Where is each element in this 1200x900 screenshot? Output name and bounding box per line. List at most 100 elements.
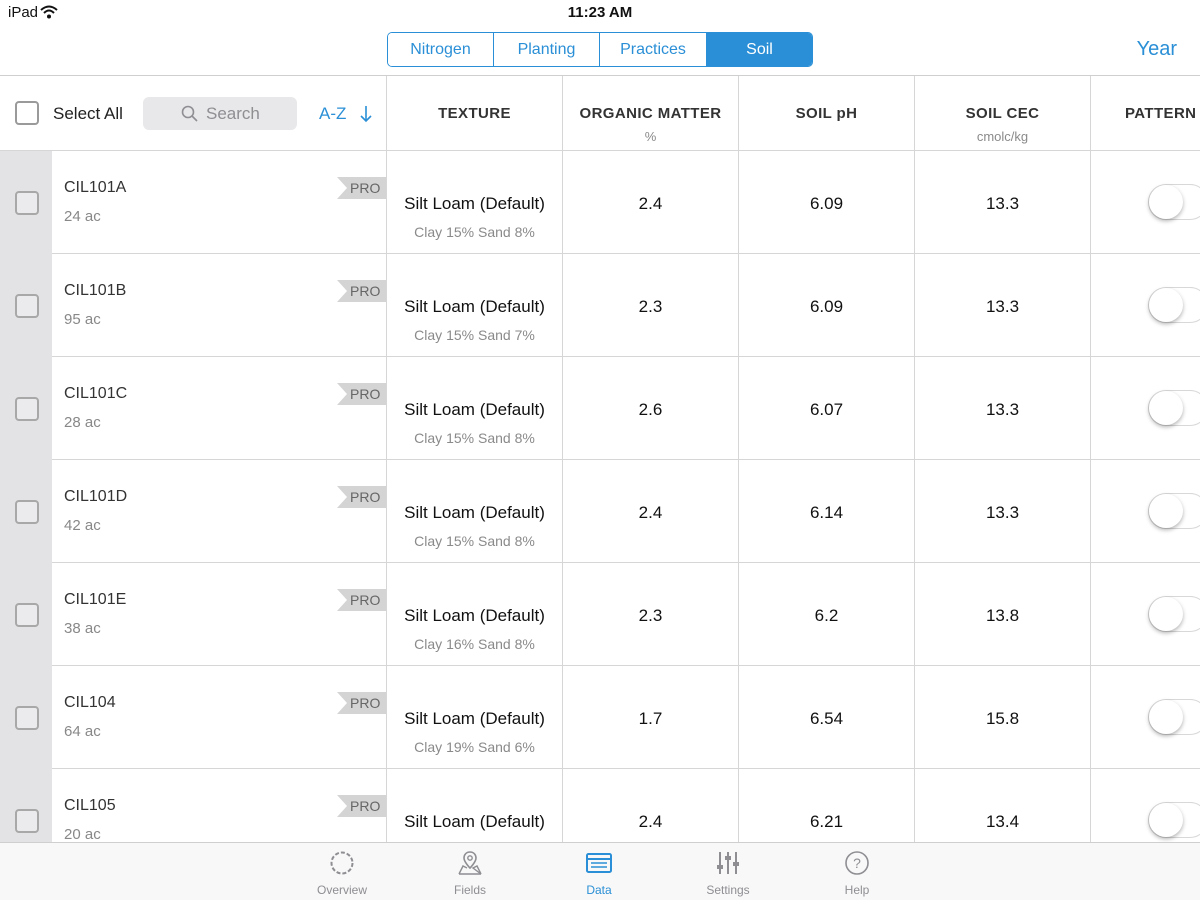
field-name: CIL101B — [64, 282, 127, 299]
pro-badge: PRO — [337, 692, 386, 714]
row-checkbox[interactable] — [15, 706, 39, 730]
texture-detail: Clay 15% Sand 7% — [414, 327, 535, 343]
pattern-tiled-toggle[interactable] — [1148, 802, 1200, 838]
soil-cec-cell[interactable]: 13.3 — [914, 357, 1090, 460]
field-acres: 42 ac — [64, 517, 101, 534]
data-icon — [586, 853, 612, 873]
soil-ph-value: 6.07 — [809, 400, 844, 419]
texture-cell[interactable]: Silt Loam (Default) Clay 15% Sand 8% — [386, 460, 562, 563]
tab-label: Settings — [706, 883, 750, 897]
soil-ph-cell[interactable]: 6.09 — [738, 151, 914, 254]
texture-cell[interactable]: Silt Loam (Default) Clay 15% Sand 7% — [386, 254, 562, 357]
tab-overview[interactable]: Overview — [297, 843, 387, 900]
row-checkbox[interactable] — [15, 809, 39, 833]
tab-data[interactable]: Data — [554, 843, 644, 900]
soil-ph-value: 6.09 — [809, 297, 844, 316]
pattern-tiled-toggle[interactable] — [1148, 390, 1200, 426]
texture-cell[interactable]: Silt Loam (Default) Clay 15% Sand 8% — [386, 357, 562, 460]
table-row[interactable]: CIL101B 95 ac PRO Silt Loam (Default) Cla… — [0, 254, 1200, 357]
column-header-texture: TEXTURE — [386, 76, 562, 151]
year-button[interactable]: Year — [1137, 38, 1177, 61]
soil-ph-value: 6.54 — [809, 709, 844, 728]
toggle-knob — [1149, 597, 1183, 631]
organic-matter-cell[interactable]: 2.4 — [562, 769, 738, 842]
soil-ph-cell[interactable]: 6.09 — [738, 254, 914, 357]
select-all-label[interactable]: Select All — [53, 104, 123, 124]
row-checkbox[interactable] — [15, 500, 39, 524]
table-row[interactable]: CIL105 20 ac PRO Silt Loam (Default) 2.4… — [0, 769, 1200, 842]
column-unit: % — [644, 129, 657, 144]
field-acres: 38 ac — [64, 620, 101, 637]
soil-cec-cell[interactable]: 13.3 — [914, 460, 1090, 563]
column-title: PATTERN T — [1125, 105, 1200, 122]
soil-cec-value: 13.4 — [985, 812, 1020, 831]
table-row[interactable]: CIL101C 28 ac PRO Silt Loam (Default) Cla… — [0, 357, 1200, 460]
search-input[interactable]: Search — [143, 97, 297, 130]
soil-cec-cell[interactable]: 13.3 — [914, 254, 1090, 357]
organic-matter-cell[interactable]: 2.4 — [562, 151, 738, 254]
row-checkbox[interactable] — [15, 191, 39, 215]
soil-cec-cell[interactable]: 15.8 — [914, 666, 1090, 769]
pro-badge: PRO — [337, 795, 386, 817]
segment-soil[interactable]: Soil — [707, 33, 812, 66]
column-header-organic-matter: ORGANIC MATTER % — [562, 76, 738, 151]
soil-ph-cell[interactable]: 6.14 — [738, 460, 914, 563]
column-title: TEXTURE — [438, 105, 511, 122]
organic-matter-value: 2.4 — [638, 194, 663, 213]
pattern-tiled-toggle[interactable] — [1148, 493, 1200, 529]
field-acres: 28 ac — [64, 414, 101, 431]
fields-icon — [458, 851, 482, 875]
table-row[interactable]: CIL104 64 ac PRO Silt Loam (Default) Clay… — [0, 666, 1200, 769]
texture-cell[interactable]: Silt Loam (Default) Clay 16% Sand 8% — [386, 563, 562, 666]
soil-cec-cell[interactable]: 13.8 — [914, 563, 1090, 666]
table-row[interactable]: CIL101E 38 ac PRO Silt Loam (Default) Cla… — [0, 563, 1200, 666]
organic-matter-cell[interactable]: 2.6 — [562, 357, 738, 460]
pattern-tiled-toggle[interactable] — [1148, 699, 1200, 735]
field-acres: 64 ac — [64, 723, 101, 740]
organic-matter-cell[interactable]: 1.7 — [562, 666, 738, 769]
texture-cell[interactable]: Silt Loam (Default) Clay 19% Sand 6% — [386, 666, 562, 769]
category-segmented-control: Nitrogen Planting Practices Soil — [387, 32, 813, 67]
texture-detail: Clay 15% Sand 8% — [414, 430, 535, 446]
texture-detail: Clay 15% Sand 8% — [414, 224, 535, 240]
search-placeholder: Search — [206, 104, 260, 123]
arrow-down-icon[interactable] — [359, 105, 373, 123]
pattern-tiled-toggle[interactable] — [1148, 184, 1200, 220]
tab-help[interactable]: ? Help — [812, 843, 902, 900]
tab-settings[interactable]: Settings — [683, 843, 773, 900]
soil-cec-value: 13.3 — [985, 400, 1020, 419]
row-checkbox[interactable] — [15, 397, 39, 421]
row-checkbox[interactable] — [15, 603, 39, 627]
select-all-checkbox[interactable] — [15, 101, 39, 125]
sort-az-button[interactable]: A-Z — [319, 104, 346, 124]
soil-cec-cell[interactable]: 13.3 — [914, 151, 1090, 254]
soil-ph-cell[interactable]: 6.07 — [738, 357, 914, 460]
column-title: SOIL CEC — [965, 105, 1040, 122]
pattern-tiled-toggle[interactable] — [1148, 287, 1200, 323]
texture-value: Silt Loam (Default) — [404, 503, 545, 522]
field-acres: 20 ac — [64, 826, 101, 842]
field-name: CIL101C — [64, 385, 128, 402]
table-row[interactable]: CIL101A 24 ac PRO Silt Loam (Default) Cla… — [0, 151, 1200, 254]
segment-nitrogen[interactable]: Nitrogen — [388, 33, 494, 66]
table-row[interactable]: CIL101D 42 ac PRO Silt Loam (Default) Cla… — [0, 460, 1200, 563]
texture-cell[interactable]: Silt Loam (Default) — [386, 769, 562, 842]
texture-detail: Clay 16% Sand 8% — [414, 636, 535, 652]
pattern-tiled-toggle[interactable] — [1148, 596, 1200, 632]
soil-ph-cell[interactable]: 6.2 — [738, 563, 914, 666]
soil-ph-cell[interactable]: 6.21 — [738, 769, 914, 842]
organic-matter-cell[interactable]: 2.3 — [562, 563, 738, 666]
segment-planting[interactable]: Planting — [494, 33, 600, 66]
soil-ph-cell[interactable]: 6.54 — [738, 666, 914, 769]
tab-label: Data — [586, 883, 612, 897]
organic-matter-cell[interactable]: 2.3 — [562, 254, 738, 357]
field-name: CIL101A — [64, 179, 127, 196]
organic-matter-cell[interactable]: 2.4 — [562, 460, 738, 563]
texture-cell[interactable]: Silt Loam (Default) Clay 15% Sand 8% — [386, 151, 562, 254]
row-checkbox[interactable] — [15, 294, 39, 318]
tab-fields[interactable]: Fields — [425, 843, 515, 900]
column-header-soil-cec: SOIL CEC cmolc/kg — [914, 76, 1090, 151]
segment-practices[interactable]: Practices — [600, 33, 707, 66]
soil-cec-cell[interactable]: 13.4 — [914, 769, 1090, 842]
soil-ph-value: 6.09 — [809, 194, 844, 213]
